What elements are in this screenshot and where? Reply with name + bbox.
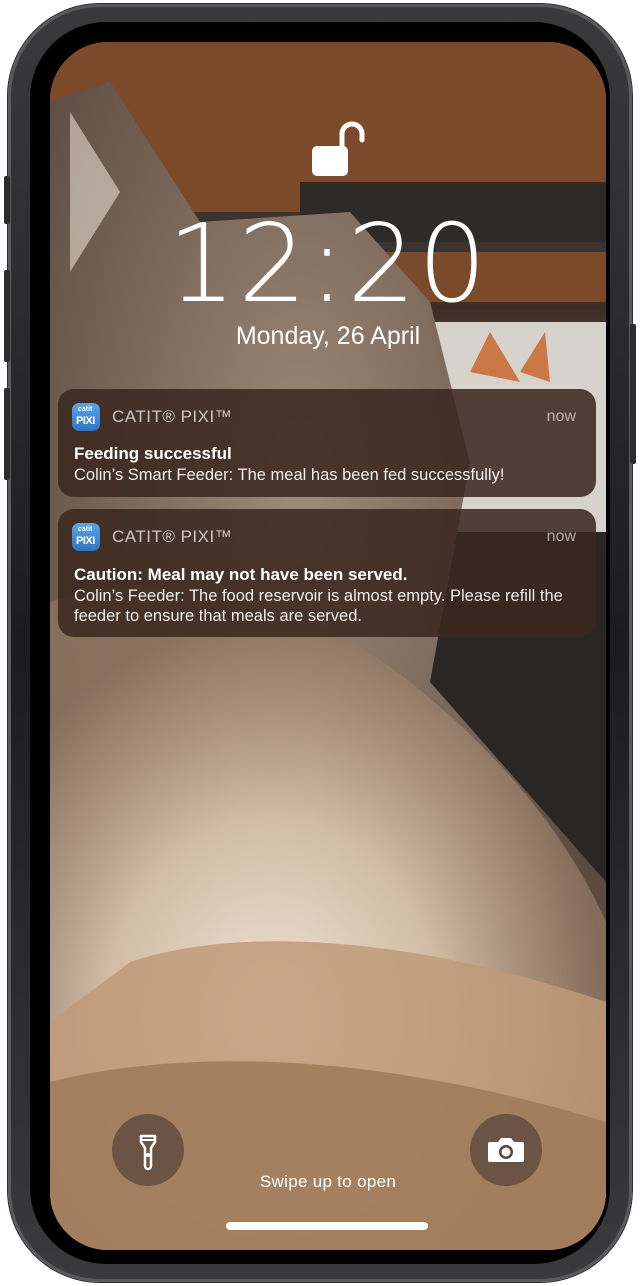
notification-app-name: CATIT® PIXI™: [112, 527, 233, 546]
catit-pixi-app-icon: catit PIXI: [72, 523, 100, 551]
notification-card[interactable]: catit PIXI CATIT® PIXI™ now Feeding succ…: [58, 389, 596, 497]
catit-pixi-app-icon: catit PIXI: [72, 403, 100, 431]
lock-date: Monday, 26 April: [235, 322, 421, 350]
notification-time: now: [546, 528, 576, 545]
silent-switch: [4, 176, 10, 224]
notification-time: now: [546, 408, 576, 425]
volume-down-button: [4, 388, 10, 480]
power-button: [630, 324, 636, 464]
notification-title: Feeding successful: [74, 444, 232, 463]
home-indicator[interactable]: [226, 1222, 428, 1230]
notification-header: catit PIXI CATIT® PIXI™: [72, 403, 232, 431]
lock-clock: 12:20: [167, 202, 489, 327]
swipe-up-hint: Swipe up to open: [259, 1172, 397, 1191]
volume-up-button: [4, 270, 10, 362]
notification-body: Colin’s Feeder: The food reservoir is al…: [74, 587, 563, 625]
lock-screen: 12:20 Monday, 26 April catit PIXI CATIT®…: [50, 42, 606, 1250]
notification-body: Colin’s Smart Feeder: The meal has been …: [74, 466, 505, 484]
notification-app-name: CATIT® PIXI™: [112, 407, 233, 426]
notification-header: catit PIXI CATIT® PIXI™: [72, 523, 232, 551]
notification-card[interactable]: catit PIXI CATIT® PIXI™ now Caution: Mea…: [58, 509, 596, 637]
unlocked-padlock-icon: [312, 121, 365, 176]
notification-title: Caution: Meal may not have been served.: [74, 565, 408, 584]
